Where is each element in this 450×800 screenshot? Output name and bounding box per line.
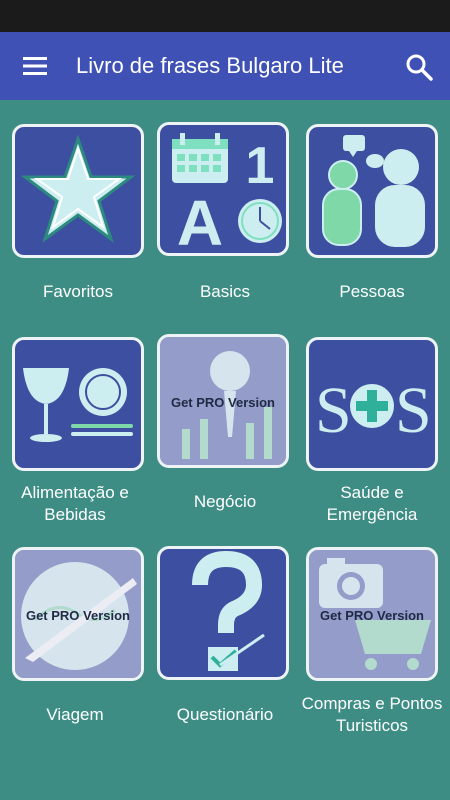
- category-tile-questionario[interactable]: [157, 546, 289, 680]
- star-icon: [20, 134, 136, 243]
- hamburger-icon: [23, 57, 47, 75]
- category-tile-alimentacao[interactable]: [12, 337, 144, 471]
- sos-icon: S S: [315, 374, 432, 447]
- status-bar: [0, 0, 450, 32]
- app-bar: Livro de frases Bulgaro Lite: [0, 32, 450, 100]
- quiz-icon: [192, 550, 265, 671]
- pro-badge: Get PRO Version: [170, 395, 276, 410]
- svg-text:S: S: [315, 374, 352, 447]
- category-label[interactable]: Viagem: [0, 704, 150, 726]
- category-tile-saude[interactable]: S S: [306, 337, 438, 471]
- search-icon: [406, 54, 433, 81]
- food-drink-icon: [23, 368, 133, 442]
- category-label[interactable]: Basics: [150, 281, 300, 303]
- category-tile-pessoas[interactable]: [306, 124, 438, 258]
- app-title: Livro de frases Bulgaro Lite: [76, 53, 344, 78]
- category-label[interactable]: Saúde e Emergência: [297, 482, 447, 526]
- category-tile-negocio[interactable]: Get PRO Version: [157, 334, 289, 468]
- category-label[interactable]: Questionário: [150, 704, 300, 726]
- category-label[interactable]: Favoritos: [3, 281, 153, 303]
- svg-text:S: S: [395, 374, 432, 447]
- category-label[interactable]: Pessoas: [297, 281, 447, 303]
- pro-badge: Get PRO Version: [25, 608, 131, 623]
- pro-badge: Get PRO Version: [319, 608, 425, 623]
- category-tile-favoritos[interactable]: [12, 124, 144, 258]
- menu-button[interactable]: [14, 50, 56, 82]
- category-tile-basics[interactable]: 1 A: [157, 122, 289, 256]
- category-label[interactable]: Negócio: [150, 491, 300, 513]
- basics-icon: 1 A: [172, 133, 282, 255]
- search-button[interactable]: [400, 48, 438, 86]
- category-label[interactable]: Alimentação e Bebidas: [0, 482, 150, 526]
- svg-text:A: A: [177, 187, 223, 255]
- svg-text:1: 1: [246, 137, 275, 195]
- category-tile-compras[interactable]: Get PRO Version: [306, 547, 438, 681]
- category-label[interactable]: Compras e Pontos Turisticos: [297, 693, 447, 737]
- category-tile-viagem[interactable]: Get PRO Version: [12, 547, 144, 681]
- people-icon: [322, 135, 425, 247]
